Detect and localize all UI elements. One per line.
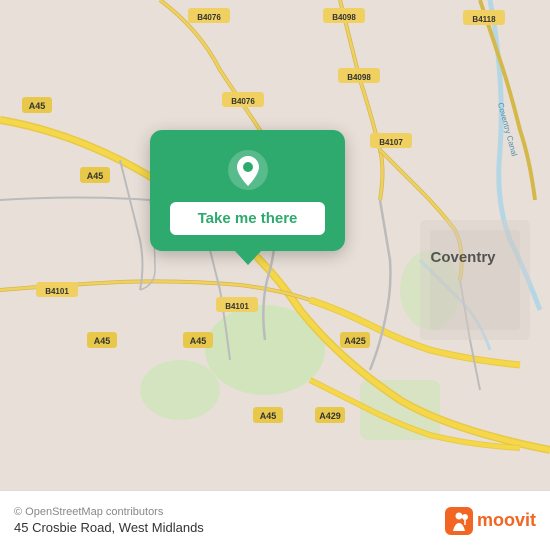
footer-info: © OpenStreetMap contributors 45 Crosbie … xyxy=(14,506,204,535)
svg-text:B4098: B4098 xyxy=(347,73,371,82)
copyright-text: © OpenStreetMap contributors xyxy=(14,506,204,518)
svg-text:B4118: B4118 xyxy=(472,15,496,24)
svg-text:B4101: B4101 xyxy=(45,287,69,296)
moovit-logo: moovit xyxy=(445,507,536,535)
location-popup[interactable]: Take me there xyxy=(150,130,345,251)
address-text: 45 Crosbie Road, West Midlands xyxy=(14,520,204,535)
map-view: A45 A45 A45 A45 A45 B4076 B4076 B4098 B4… xyxy=(0,0,550,490)
svg-text:B4076: B4076 xyxy=(231,97,255,106)
svg-text:B4076: B4076 xyxy=(197,13,221,22)
svg-text:B4107: B4107 xyxy=(379,138,403,147)
svg-text:B4098: B4098 xyxy=(332,13,356,22)
svg-text:B4101: B4101 xyxy=(225,302,249,311)
svg-text:A429: A429 xyxy=(319,411,341,421)
footer-bar: © OpenStreetMap contributors 45 Crosbie … xyxy=(0,490,550,550)
svg-text:A45: A45 xyxy=(29,101,46,111)
svg-text:A45: A45 xyxy=(94,336,111,346)
svg-text:A45: A45 xyxy=(190,336,207,346)
moovit-wordmark: moovit xyxy=(477,510,536,531)
moovit-brand-icon xyxy=(445,507,473,535)
svg-text:Coventry: Coventry xyxy=(430,249,496,266)
take-me-there-button[interactable]: Take me there xyxy=(170,202,325,235)
svg-text:A45: A45 xyxy=(87,171,104,181)
svg-text:A45: A45 xyxy=(260,411,277,421)
svg-text:A425: A425 xyxy=(344,336,366,346)
location-pin-icon xyxy=(226,148,270,192)
